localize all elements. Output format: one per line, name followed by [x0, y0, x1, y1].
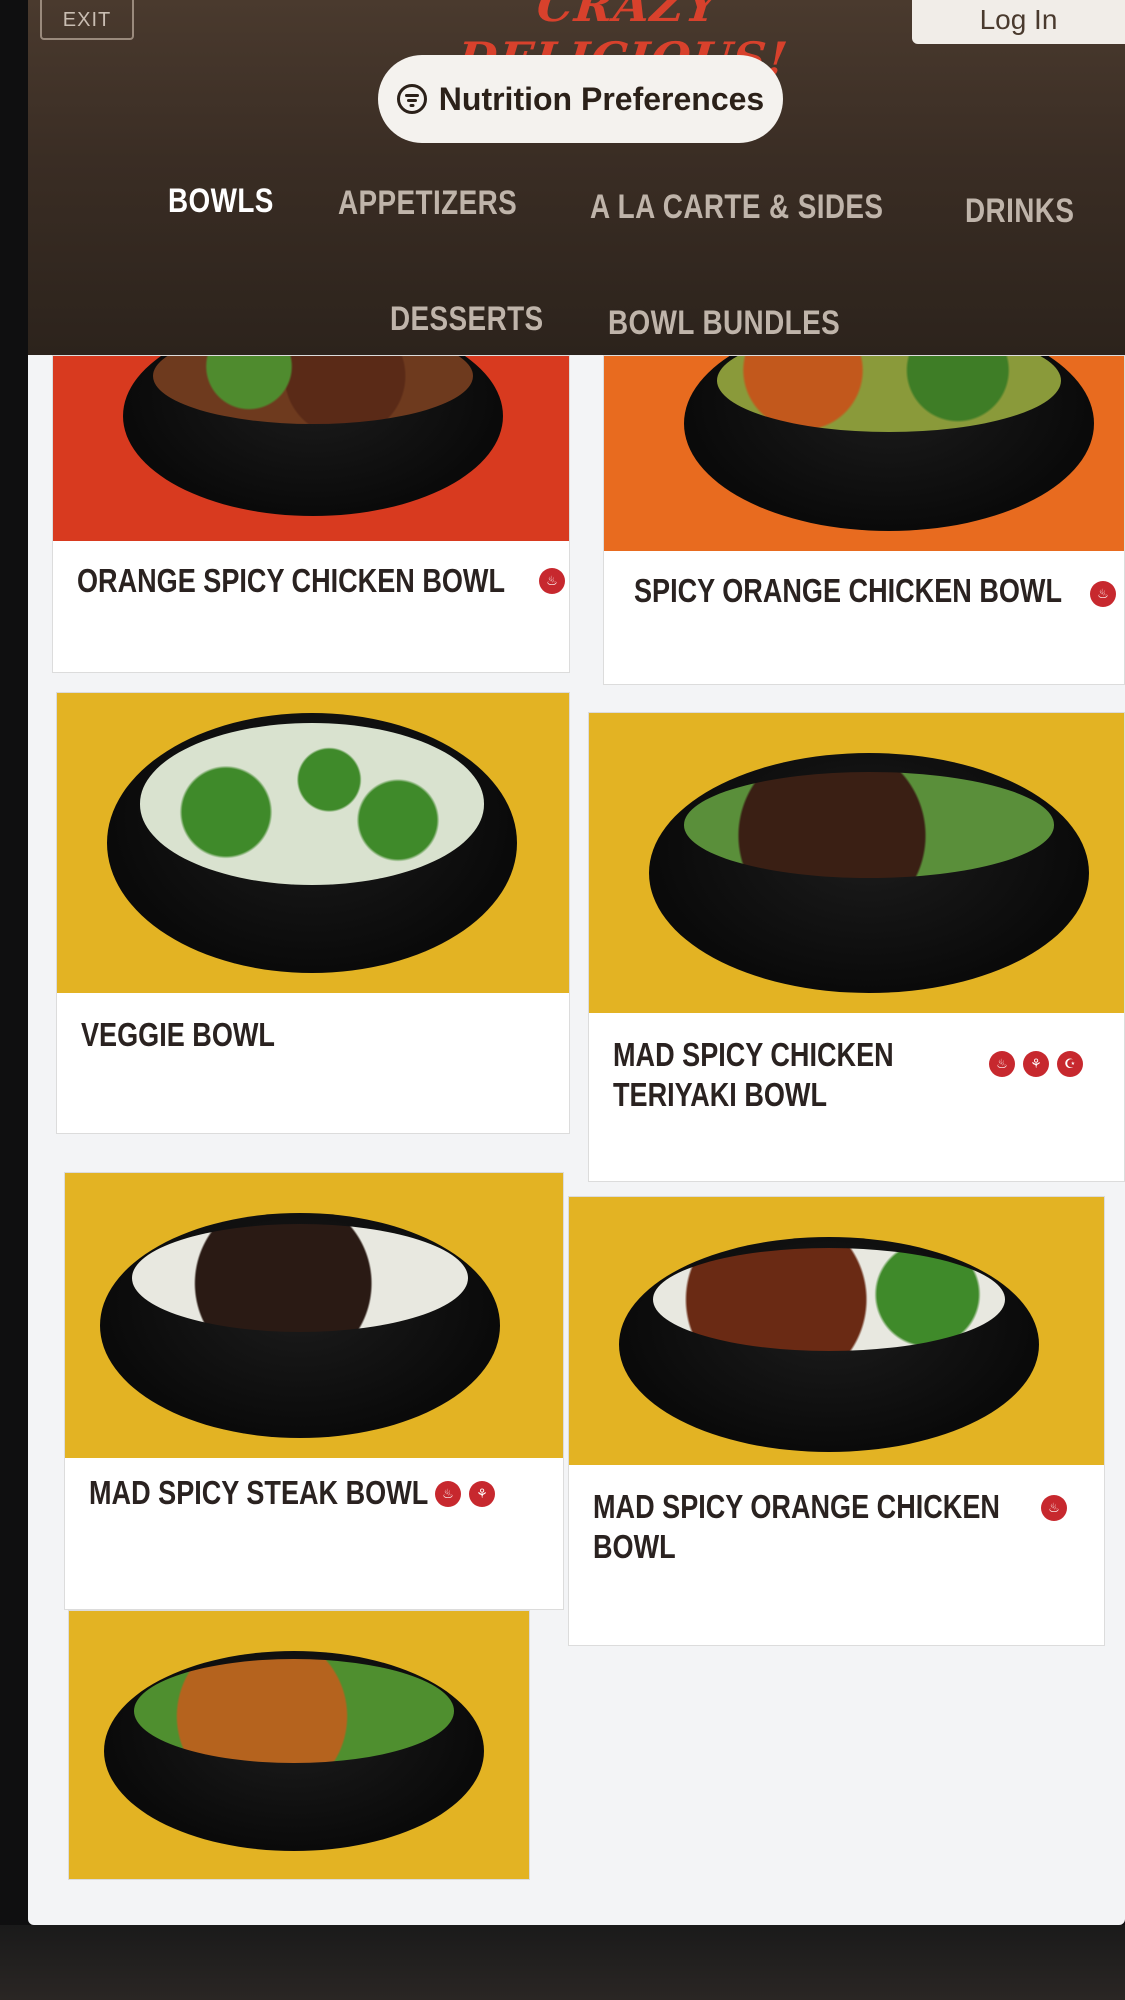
- menu-item-card[interactable]: VEGGIE BOWL: [56, 692, 570, 1134]
- tab-appetizers[interactable]: APPETIZERS: [338, 184, 517, 223]
- halal-icon: ☪: [1057, 1051, 1083, 1077]
- menu-item-card[interactable]: [68, 1610, 530, 1880]
- food-image: [589, 713, 1124, 1013]
- food-image: [57, 693, 569, 993]
- spicy-icon: ♨: [435, 1481, 461, 1507]
- tab-drinks[interactable]: DRINKS: [965, 192, 1074, 231]
- spicy-icon: ♨: [1090, 581, 1116, 607]
- menu-item-name: MAD SPICY STEAK BOWL: [89, 1474, 429, 1511]
- menu-item-name-line2: BOWL: [593, 1528, 676, 1565]
- wheat-icon: ⚘: [1023, 1051, 1049, 1077]
- menu-item-name: VEGGIE BOWL: [81, 1016, 275, 1053]
- nutrition-preferences-button[interactable]: Nutrition Preferences: [378, 55, 783, 143]
- menu-item-card[interactable]: ORANGE SPICY CHICKEN BOWL ♨: [52, 355, 570, 673]
- spicy-icon: ♨: [989, 1051, 1015, 1077]
- food-image: [69, 1611, 529, 1879]
- menu-item-name-line1: MAD SPICY CHICKEN: [613, 1036, 894, 1073]
- menu-item-name: ORANGE SPICY CHICKEN BOWL: [77, 562, 505, 599]
- menu-item-card[interactable]: SPICY ORANGE CHICKEN BOWL ♨: [603, 355, 1125, 685]
- menu-item-card[interactable]: MAD SPICY CHICKEN TERIYAKI BOWL ♨ ⚘ ☪: [588, 712, 1125, 1182]
- wheat-icon: ⚘: [469, 1481, 495, 1507]
- tab-desserts[interactable]: DESSERTS: [390, 300, 544, 339]
- spicy-icon: ♨: [539, 568, 565, 594]
- kiosk-bezel: [0, 1925, 1125, 2000]
- food-image: [604, 356, 1124, 551]
- food-image: [65, 1173, 563, 1458]
- filter-icon: [396, 84, 427, 114]
- dietary-badges: ♨ ⚘: [435, 1481, 495, 1507]
- spicy-icon: ♨: [1041, 1495, 1067, 1521]
- brand-tagline: CRAZY DELICIOUS!: [455, 0, 791, 86]
- dietary-badges: ♨: [539, 568, 565, 594]
- dietary-badges: ♨: [1041, 1495, 1067, 1521]
- login-button[interactable]: Log In: [912, 0, 1125, 44]
- nutrition-preferences-label: Nutrition Preferences: [438, 80, 765, 117]
- menu-item-name-line2: TERIYAKI BOWL: [613, 1076, 827, 1113]
- dietary-badges: ♨: [1090, 581, 1116, 607]
- tab-bowls[interactable]: BOWLS: [168, 182, 274, 221]
- tab-bowl-bundles[interactable]: BOWL BUNDLES: [608, 304, 840, 343]
- menu-item-name-line1: MAD SPICY ORANGE CHICKEN: [593, 1488, 1000, 1525]
- food-image: [53, 356, 569, 541]
- menu-header: EXIT CRAZY DELICIOUS! Log In Nutrition P…: [28, 0, 1125, 355]
- menu-item-card[interactable]: MAD SPICY ORANGE CHICKEN BOWL ♨: [568, 1196, 1105, 1646]
- dietary-badges: ♨ ⚘ ☪: [989, 1051, 1083, 1077]
- kiosk-screen: EXIT CRAZY DELICIOUS! Log In Nutrition P…: [28, 0, 1125, 1925]
- menu-item-card[interactable]: MAD SPICY STEAK BOWL ♨ ⚘: [64, 1172, 564, 1610]
- tab-a-la-carte-sides[interactable]: A LA CARTE & SIDES: [590, 188, 883, 227]
- exit-button[interactable]: EXIT: [40, 0, 134, 40]
- food-image: [569, 1197, 1104, 1465]
- menu-item-name: SPICY ORANGE CHICKEN BOWL: [634, 572, 1062, 609]
